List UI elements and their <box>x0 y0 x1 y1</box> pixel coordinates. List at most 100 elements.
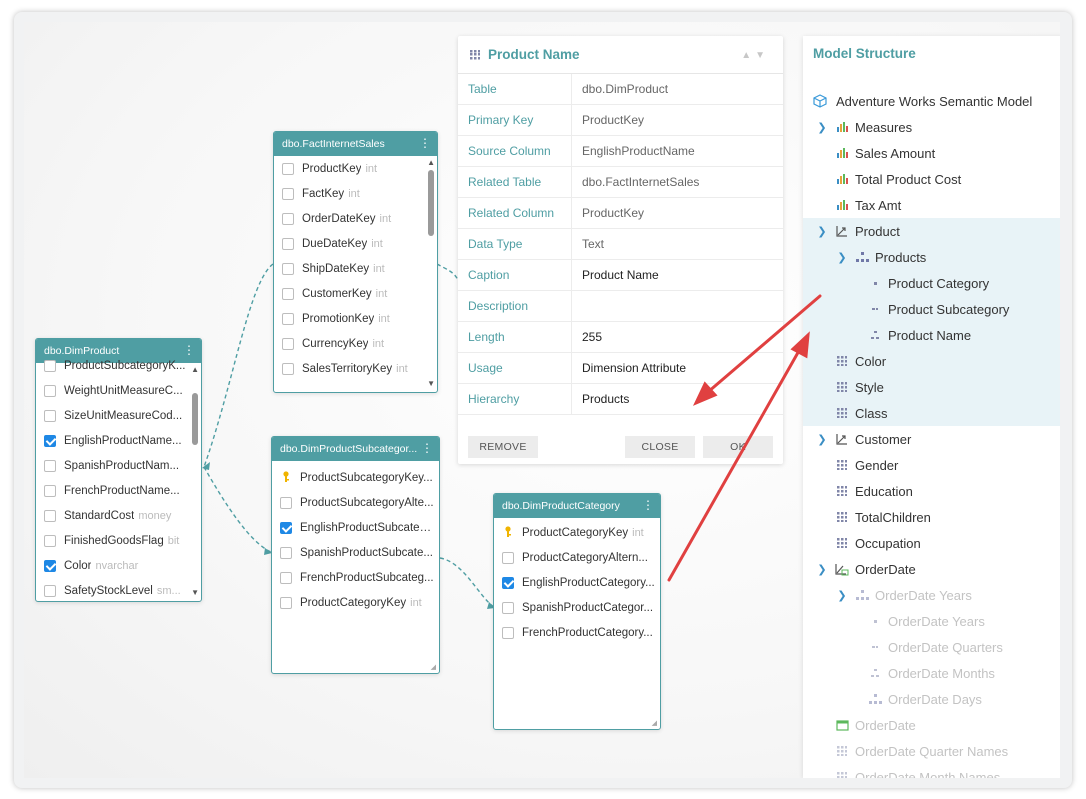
model-tree-item[interactable]: Sales Amount <box>803 140 1060 166</box>
table-row[interactable]: SalesTerritoryKey int <box>274 356 437 381</box>
model-tree-item[interactable]: OrderDate Days <box>803 686 1060 712</box>
table-row[interactable]: ProductCategoryAltern... <box>494 545 660 570</box>
model-tree-item[interactable]: Gender <box>803 452 1060 478</box>
property-row[interactable]: Description <box>458 291 783 322</box>
expand-chevron-icon[interactable]: ❯ <box>817 433 827 446</box>
property-row[interactable]: Usage Dimension Attribute <box>458 353 783 384</box>
table-card-dim-product-subcategory[interactable]: dbo.DimProductSubcategor... ⋮ ProductSub… <box>271 436 440 674</box>
model-tree-item[interactable]: ❯ Customer <box>803 426 1060 452</box>
column-checkbox[interactable] <box>502 626 514 639</box>
table-card-dim-product[interactable]: dbo.DimProduct ⋮ ProductSubcategoryK... W… <box>35 338 202 602</box>
column-checkbox[interactable] <box>280 546 292 559</box>
column-checkbox[interactable] <box>44 584 56 597</box>
property-row[interactable]: Hierarchy Products <box>458 384 783 415</box>
model-root[interactable]: Adventure Works Semantic Model <box>803 88 1060 114</box>
scrollbar-thumb[interactable] <box>428 170 434 236</box>
close-button[interactable]: CLOSE <box>625 436 695 458</box>
column-checkbox[interactable] <box>44 509 56 522</box>
model-tree-item[interactable]: Style <box>803 374 1060 400</box>
remove-button[interactable]: REMOVE <box>468 436 538 458</box>
column-checkbox[interactable] <box>282 262 294 275</box>
model-tree-item[interactable]: OrderDate Quarter Names <box>803 738 1060 764</box>
more-icon[interactable]: ⋮ <box>421 441 433 455</box>
model-tree-item[interactable]: Education <box>803 478 1060 504</box>
table-row[interactable]: SpanishProductNam... <box>36 453 201 478</box>
column-checkbox[interactable] <box>282 162 294 175</box>
property-value[interactable]: Dimension Attribute <box>572 353 783 383</box>
more-icon[interactable]: ⋮ <box>642 498 654 512</box>
expand-chevron-icon[interactable]: ❯ <box>817 563 827 576</box>
table-row[interactable]: EnglishProductCategory... <box>494 570 660 595</box>
table-row[interactable]: FrenchProductCategory... <box>494 620 660 645</box>
table-row[interactable]: ProductSubcategoryAlte... <box>272 490 439 515</box>
column-checkbox[interactable] <box>44 459 56 472</box>
table-row[interactable]: CustomerKey int <box>274 281 437 306</box>
column-checkbox[interactable] <box>44 559 56 572</box>
property-row[interactable]: Data Type Text <box>458 229 783 260</box>
model-tree-item[interactable]: OrderDate Years <box>803 608 1060 634</box>
column-checkbox[interactable] <box>44 434 56 447</box>
table-row[interactable]: OrderDateKey int <box>274 206 437 231</box>
scroll-down-icon[interactable]: ▼ <box>191 588 199 597</box>
model-tree-item[interactable]: Occupation <box>803 530 1060 556</box>
table-row[interactable]: ProductSubcategoryK... <box>36 353 201 378</box>
table-card-header[interactable]: dbo.FactInternetSales ⋮ <box>274 132 437 156</box>
property-row[interactable]: Related Column ProductKey <box>458 198 783 229</box>
model-tree-item[interactable]: TotalChildren <box>803 504 1060 530</box>
scroll-down-icon[interactable]: ▼ <box>427 379 435 388</box>
table-row[interactable]: FactKey int <box>274 181 437 206</box>
column-checkbox[interactable] <box>282 287 294 300</box>
model-tree-item[interactable]: OrderDate Quarters <box>803 634 1060 660</box>
table-row[interactable]: EnglishProductSubcateg... <box>272 515 439 540</box>
table-row[interactable]: ProductKey int <box>274 156 437 181</box>
column-checkbox[interactable] <box>282 237 294 250</box>
model-tree-item[interactable]: ❯ Measures <box>803 114 1060 140</box>
table-row[interactable]: WeightUnitMeasureC... <box>36 378 201 403</box>
model-tree-item[interactable]: OrderDate Month Names <box>803 764 1060 778</box>
property-row[interactable]: Primary Key ProductKey <box>458 105 783 136</box>
model-tree-item[interactable]: Class <box>803 400 1060 426</box>
model-tree-item[interactable]: Product Name <box>803 322 1060 348</box>
column-checkbox[interactable] <box>282 312 294 325</box>
column-checkbox[interactable] <box>282 212 294 225</box>
expand-chevron-icon[interactable]: ❯ <box>837 251 847 264</box>
column-checkbox[interactable] <box>44 359 56 372</box>
table-row[interactable]: Color nvarchar <box>36 553 201 578</box>
model-tree-item[interactable]: Tax Amt <box>803 192 1060 218</box>
column-checkbox[interactable] <box>44 484 56 497</box>
table-row[interactable]: StandardCost money <box>36 503 201 528</box>
column-checkbox[interactable] <box>280 571 292 584</box>
column-checkbox[interactable] <box>282 337 294 350</box>
model-tree-item[interactable]: ❯ OrderDate Years <box>803 582 1060 608</box>
model-tree-item[interactable]: ❯ Products <box>803 244 1060 270</box>
model-tree-item[interactable]: Total Product Cost <box>803 166 1060 192</box>
table-row[interactable]: FrenchProductName... <box>36 478 201 503</box>
table-row[interactable]: PromotionKey int <box>274 306 437 331</box>
table-row[interactable]: CurrencyKey int <box>274 331 437 356</box>
table-row[interactable]: FrenchProductSubcateg... <box>272 565 439 590</box>
property-row[interactable]: Related Table dbo.FactInternetSales <box>458 167 783 198</box>
table-card-dim-product-category[interactable]: dbo.DimProductCategory ⋮ ProductCategory… <box>493 493 661 730</box>
table-row[interactable]: DueDateKey int <box>274 231 437 256</box>
table-row[interactable]: SpanishProductSubcate... <box>272 540 439 565</box>
table-card-header[interactable]: dbo.DimProductCategory ⋮ <box>494 494 660 518</box>
column-checkbox[interactable] <box>44 534 56 547</box>
column-checkbox[interactable] <box>44 384 56 397</box>
table-row[interactable]: ProductSubcategoryKey... <box>272 465 439 490</box>
resize-handle-icon[interactable]: ◢ <box>431 663 436 671</box>
property-row[interactable]: Table dbo.DimProduct <box>458 74 783 105</box>
table-row[interactable]: FinishedGoodsFlag bit <box>36 528 201 553</box>
expand-chevron-icon[interactable]: ❯ <box>837 589 847 602</box>
diagram-canvas[interactable]: dbo.FactInternetSales ⋮ ProductKey int Fac… <box>24 22 1060 778</box>
table-card-fact-internet-sales[interactable]: dbo.FactInternetSales ⋮ ProductKey int Fac… <box>273 131 438 393</box>
model-tree-item[interactable]: ❯ Product <box>803 218 1060 244</box>
scroll-up-icon[interactable]: ▲ <box>427 158 435 167</box>
table-row[interactable]: SizeUnitMeasureCod... <box>36 403 201 428</box>
column-checkbox[interactable] <box>280 496 292 509</box>
collapse-carets-icon[interactable]: ▲▼ <box>741 50 769 61</box>
scrollbar-thumb[interactable] <box>192 393 198 445</box>
column-checkbox[interactable] <box>502 601 514 614</box>
property-row[interactable]: Caption Product Name <box>458 260 783 291</box>
property-value[interactable]: Products <box>572 384 783 414</box>
column-checkbox[interactable] <box>282 362 294 375</box>
